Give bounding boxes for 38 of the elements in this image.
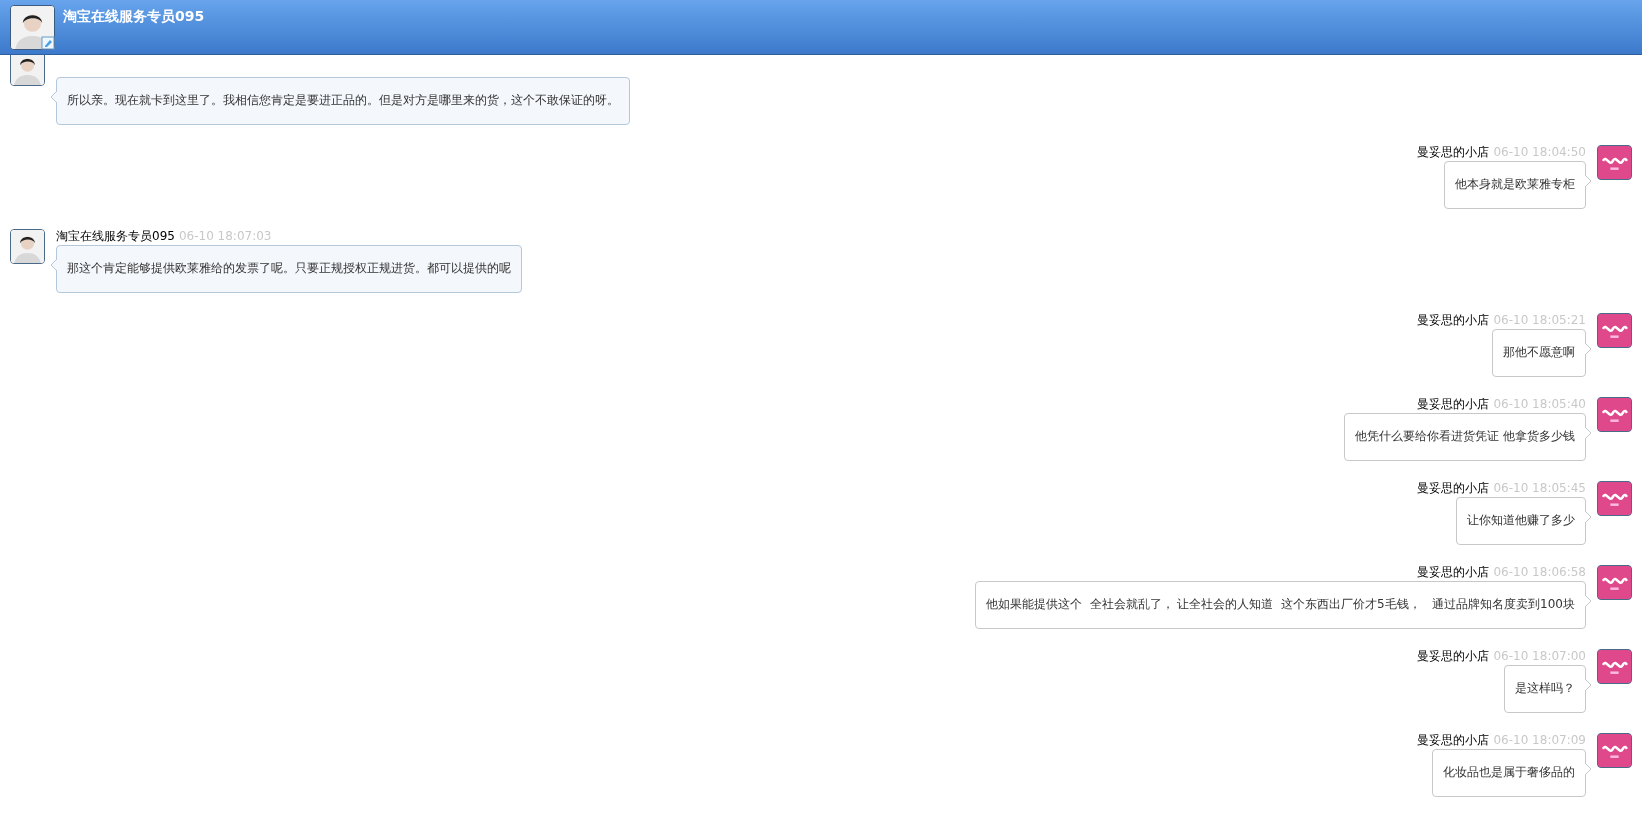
sender-name: 曼妥思的小店	[1417, 565, 1490, 581]
store-avatar	[1597, 313, 1632, 348]
agent-avatar	[10, 5, 55, 50]
sender-name: 曼妥思的小店	[1417, 481, 1490, 497]
sender-name: 曼妥思的小店	[1417, 145, 1490, 161]
store-avatar	[1597, 397, 1632, 432]
store-avatar	[1597, 565, 1632, 600]
store-avatar	[1597, 733, 1632, 768]
message-bubble: 所以亲。现在就卡到这里了。我相信您肯定是要进正品的。但是对方是哪里来的货，这个不敢保证的呀。	[56, 77, 630, 125]
store-avatar	[1597, 145, 1632, 180]
bubble-tail	[1585, 595, 1592, 607]
sender-name: 曼妥思的小店	[1417, 649, 1490, 665]
message-bubble: 那这个肯定能够提供欧莱雅给的发票了呢。只要正规授权正规进货。都可以提供的呢	[56, 245, 522, 293]
bubble-tail	[1585, 343, 1592, 355]
message-bubble: 他凭什么要给你看进货凭证 他拿货多少钱	[1344, 413, 1586, 461]
bubble-tail	[1585, 679, 1592, 691]
bubble-tail	[1585, 511, 1592, 523]
bubble-tail	[50, 259, 57, 271]
sender-name: 曼妥思的小店	[1417, 733, 1490, 749]
store-avatar	[1597, 481, 1632, 516]
agent-avatar	[10, 229, 45, 264]
message-bubble: 他如果能提供这个 全社会就乱了， 让全社会的人知道 这个东西出厂价才5毛钱， 通过品牌知名度卖到100块	[974, 581, 1586, 629]
sender-name: 曼妥思的小店	[1417, 397, 1490, 413]
edit-icon[interactable]	[41, 36, 55, 50]
message-bubble: 是这样吗？	[1504, 665, 1586, 713]
agent-avatar	[10, 55, 45, 86]
bubble-tail	[50, 91, 57, 103]
store-avatar	[1597, 649, 1632, 684]
chat-title: 淘宝在线服务专员095	[63, 7, 205, 26]
message-bubble: 让你知道他赚了多少	[1456, 497, 1586, 545]
bubble-tail	[1585, 763, 1592, 775]
bubble-tail	[1585, 427, 1592, 439]
message-bubble: 他本身就是欧莱雅专柜	[1444, 161, 1586, 209]
sender-name: 淘宝在线服务专员095	[56, 229, 175, 245]
sender-name: 曼妥思的小店	[1417, 313, 1490, 329]
message-bubble: 化妆品也是属于奢侈品的	[1432, 749, 1586, 797]
message-bubble: 那他不愿意啊	[1492, 329, 1586, 377]
bubble-tail	[1585, 175, 1592, 187]
